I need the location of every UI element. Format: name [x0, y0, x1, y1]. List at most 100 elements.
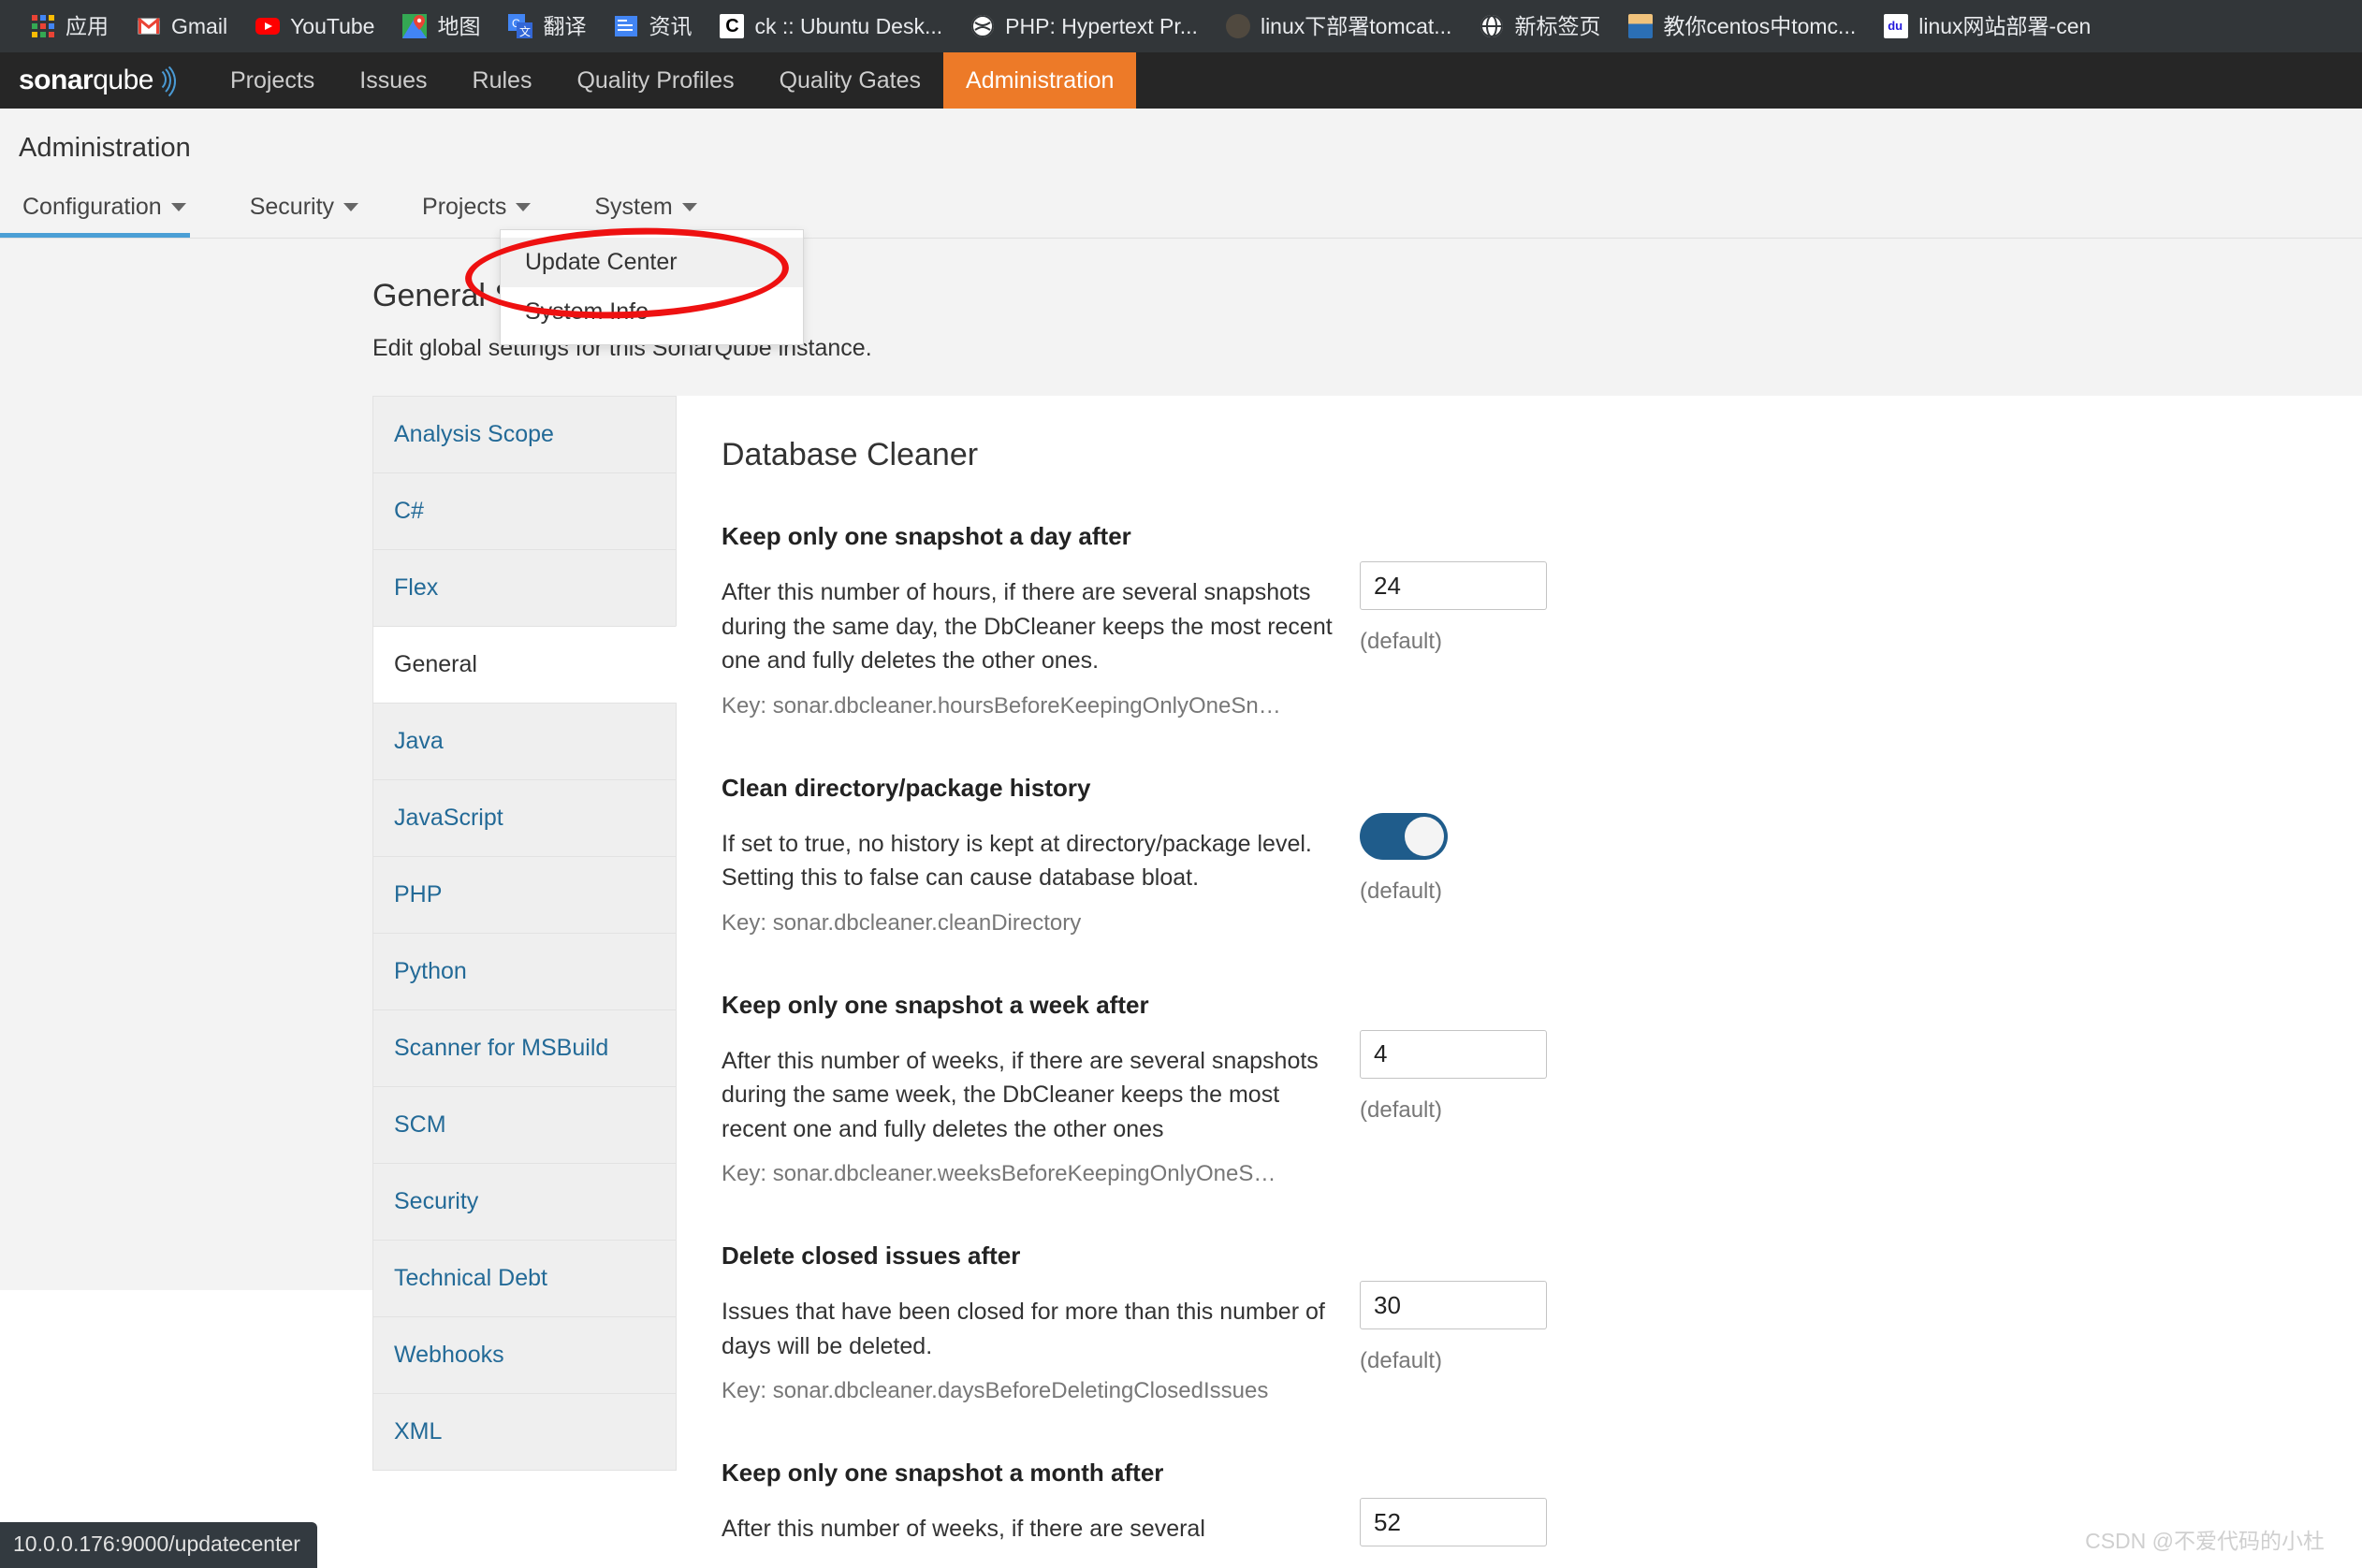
- setting-keep-one-snapshot-a-week-after: Keep only one snapshot a week after Afte…: [722, 991, 2315, 1188]
- sidebar-item-security[interactable]: Security: [372, 1163, 677, 1240]
- settings-page: General Settings Edit global settings fo…: [0, 239, 2362, 1568]
- google-news-icon: [614, 14, 638, 38]
- sidebar-item-csharp[interactable]: C#: [372, 472, 677, 549]
- setting-toggle-switch[interactable]: [1360, 812, 1448, 860]
- sidebar-item-general[interactable]: General: [372, 626, 677, 703]
- menu-item-update-center[interactable]: Update Center: [501, 238, 803, 287]
- settings-category-sidebar: Analysis Scope C# Flex General Java Java…: [372, 396, 677, 1471]
- bookmark-label: Gmail: [171, 13, 228, 38]
- faint-icon: [1225, 14, 1250, 38]
- sidebar-item-label: PHP: [394, 881, 443, 907]
- sidebar-item-label: Webhooks: [394, 1342, 504, 1368]
- apps-grid-icon: [31, 14, 55, 38]
- settings-layout: Analysis Scope C# Flex General Java Java…: [0, 396, 2362, 1568]
- sidebar-item-label: Python: [394, 958, 467, 984]
- setting-keep-one-snapshot-a-day-after: Keep only one snapshot a day after After…: [722, 522, 2315, 719]
- configuration-dropdown-menu: Update Center System Info: [500, 229, 804, 345]
- sidebar-item-label: XML: [394, 1418, 443, 1445]
- bookmark-youtube[interactable]: YouTube: [241, 5, 388, 48]
- administration-tabs: Configuration Security Projects System: [0, 184, 2362, 238]
- anime-avatar-icon: [1628, 14, 1654, 38]
- chevron-down-icon: [343, 203, 359, 211]
- baidu-icon: [1884, 14, 1909, 38]
- setting-description: If set to true, no history is kept at di…: [722, 830, 1312, 892]
- setting-key: Key: sonar.dbcleaner.hoursBeforeKeepingO…: [722, 692, 1281, 719]
- csdn-watermark: CSDN @不爱代码的小杜: [2085, 1529, 2325, 1553]
- sidebar-item-java[interactable]: Java: [372, 703, 677, 779]
- sidebar-item-technical-debt[interactable]: Technical Debt: [372, 1240, 677, 1316]
- sidebar-item-php[interactable]: PHP: [372, 856, 677, 933]
- tab-label: Configuration: [22, 194, 162, 220]
- bookmark-new-tab[interactable]: 新标签页: [1465, 5, 1614, 48]
- bookmark-translate[interactable]: G 文 翻译: [494, 5, 600, 48]
- bookmark-php[interactable]: PHP: Hypertext Pr...: [956, 5, 1212, 48]
- globe-icon: [1480, 14, 1504, 38]
- setting-control-block: (default): [1339, 774, 1448, 936]
- setting-name: Keep only one snapshot a month after: [722, 1459, 1164, 1487]
- google-maps-icon: [402, 14, 428, 38]
- sidebar-item-webhooks[interactable]: Webhooks: [372, 1316, 677, 1393]
- sidebar-item-label: JavaScript: [394, 805, 503, 831]
- sidebar-item-flex[interactable]: Flex: [372, 549, 677, 626]
- setting-value-input[interactable]: [1360, 1029, 1547, 1079]
- nav-item-projects[interactable]: Projects: [208, 52, 337, 109]
- setting-key: Key: sonar.dbcleaner.cleanDirectory: [722, 909, 1082, 936]
- setting-text-block: Delete closed issues after Issues that h…: [722, 1241, 1339, 1404]
- setting-value-input[interactable]: [1360, 1498, 1547, 1546]
- nav-item-quality-gates[interactable]: Quality Gates: [757, 52, 943, 109]
- setting-value-input[interactable]: [1360, 561, 1547, 610]
- bookmark-label: PHP: Hypertext Pr...: [1005, 13, 1198, 38]
- nav-item-administration[interactable]: Administration: [943, 52, 1137, 109]
- sonarqube-arcs-icon: [155, 60, 183, 103]
- nav-label: Quality Profiles: [576, 66, 735, 94]
- sidebar-item-xml[interactable]: XML: [372, 1393, 677, 1471]
- logo-text-bold: sonar: [19, 65, 94, 95]
- sidebar-item-label: Flex: [394, 574, 439, 601]
- nav-item-issues[interactable]: Issues: [337, 52, 449, 109]
- panel-title: Database Cleaner: [722, 437, 979, 472]
- bookmark-maps[interactable]: 地图: [388, 5, 494, 48]
- sidebar-item-scm[interactable]: SCM: [372, 1086, 677, 1163]
- setting-description: After this number of weeks, if there are…: [722, 1516, 1205, 1542]
- tab-label: Security: [249, 194, 335, 220]
- sidebar-item-label: General: [394, 651, 477, 677]
- setting-name: Keep only one snapshot a week after: [722, 990, 1149, 1019]
- tab-configuration[interactable]: Configuration: [0, 184, 209, 238]
- ck-icon: C: [720, 14, 745, 38]
- bookmark-linux-site[interactable]: linux网站部署-cen: [1870, 5, 2105, 48]
- sidebar-item-scanner-for-msbuild[interactable]: Scanner for MSBuild: [372, 1009, 677, 1086]
- sidebar-item-analysis-scope[interactable]: Analysis Scope: [372, 396, 677, 472]
- setting-key: Key: sonar.dbcleaner.weeksBeforeKeepingO…: [722, 1161, 1276, 1186]
- php-globe-icon: [970, 14, 995, 38]
- bookmark-linux-tomcat[interactable]: linux下部署tomcat...: [1212, 5, 1466, 48]
- menu-item-label: Update Center: [525, 249, 678, 275]
- sidebar-item-python[interactable]: Python: [372, 933, 677, 1009]
- bookmark-gmail[interactable]: Gmail: [123, 5, 241, 48]
- bookmark-centos-tomcat[interactable]: 教你centos中tomc...: [1614, 5, 1870, 48]
- nav-item-quality-profiles[interactable]: Quality Profiles: [554, 52, 756, 109]
- bookmark-ck-ubuntu[interactable]: C ck :: Ubuntu Desk...: [706, 5, 956, 48]
- administration-header: Administration Configuration Security Pr…: [0, 109, 2362, 239]
- bookmark-apps[interactable]: 应用: [17, 5, 123, 48]
- setting-text-block: Keep only one snapshot a week after Afte…: [722, 991, 1339, 1188]
- setting-text-block: Keep only one snapshot a day after After…: [722, 522, 1339, 719]
- tab-security[interactable]: Security: [246, 184, 381, 238]
- sidebar-item-label: C#: [394, 498, 424, 524]
- browser-status-bar: 10.0.0.176:9000/updatecenter: [0, 1522, 317, 1568]
- sidebar-item-javascript[interactable]: JavaScript: [372, 779, 677, 856]
- setting-default-note: (default): [1360, 878, 1443, 904]
- menu-item-system-info[interactable]: System Info: [501, 287, 803, 337]
- chevron-down-icon: [516, 203, 532, 211]
- setting-value-input[interactable]: [1360, 1281, 1547, 1329]
- nav-label: Issues: [359, 66, 428, 94]
- chevron-down-icon: [681, 203, 697, 211]
- bookmark-news[interactable]: 资讯: [600, 5, 706, 48]
- svg-text:文: 文: [519, 24, 531, 38]
- sonarqube-logo[interactable]: sonar qube: [0, 52, 208, 109]
- tab-label: System: [594, 194, 673, 220]
- bookmark-label: linux网站部署-cen: [1918, 13, 2092, 38]
- sidebar-item-label: Analysis Scope: [394, 421, 554, 447]
- setting-text-block: Keep only one snapshot a month after Aft…: [722, 1459, 1339, 1561]
- nav-item-rules[interactable]: Rules: [450, 52, 555, 109]
- sonarqube-top-navigation: sonar qube Projects Issues Rules Quality …: [0, 52, 2362, 109]
